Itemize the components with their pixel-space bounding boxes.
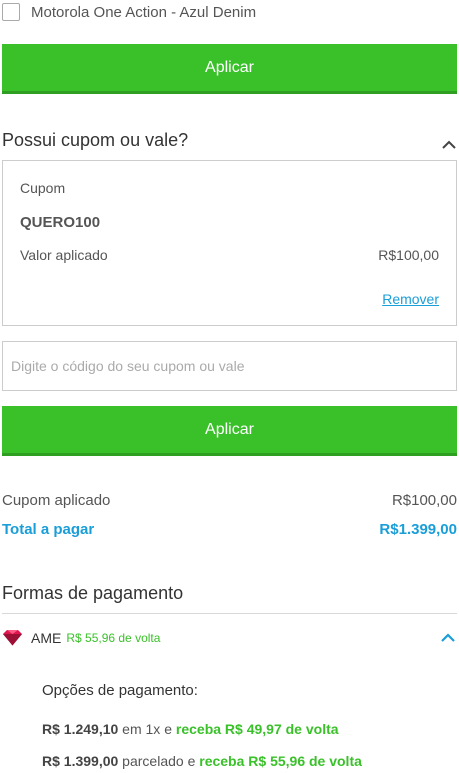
chevron-up-icon[interactable]: [442, 140, 456, 150]
applied-value-label: Valor aplicado: [20, 247, 108, 263]
apply-button[interactable]: Aplicar: [2, 44, 457, 94]
payment-options-title: Opções de pagamento:: [42, 682, 198, 699]
total-value: R$1.399,00: [379, 521, 457, 538]
payment-option-2[interactable]: R$ 1.399,00 parcelado e receba R$ 55,96 …: [42, 753, 362, 769]
ame-payment-row[interactable]: AME R$ 55,96 de volta: [2, 627, 457, 649]
remove-coupon-link[interactable]: Remover: [382, 291, 439, 307]
product-checkbox-row[interactable]: Motorola One Action - Azul Denim: [2, 0, 256, 24]
payment-option-1[interactable]: R$ 1.249,10 em 1x e receba R$ 49,97 de v…: [42, 721, 339, 737]
product-label: Motorola One Action - Azul Denim: [31, 3, 257, 21]
applied-coupon-box: Cupom QUERO100 Valor aplicado R$100,00 R…: [2, 160, 457, 326]
coupon-label: Cupom: [20, 180, 66, 196]
ame-diamond-icon: [3, 630, 22, 646]
coupon-applied-label: Cupom aplicado: [2, 492, 111, 509]
coupon-applied-value: R$100,00: [391, 492, 457, 509]
payment-option-2-text: parcelado e: [118, 753, 200, 769]
chevron-up-icon[interactable]: [441, 633, 455, 643]
payment-option-1-cashback: receba R$ 49,97 de volta: [175, 721, 339, 737]
payment-option-2-cashback: receba R$ 55,96 de volta: [199, 753, 362, 769]
coupon-code: QUERO100: [20, 214, 101, 231]
product-checkbox[interactable]: [2, 3, 20, 21]
payment-section-title: Formas de pagamento: [2, 583, 184, 603]
payment-option-1-text: em 1x e: [118, 721, 176, 737]
ame-cashback: R$ 55,96 de volta: [66, 631, 161, 645]
coupon-section-title: Possui cupom ou vale?: [2, 130, 189, 150]
applied-value: R$100,00: [378, 247, 439, 263]
apply-coupon-button[interactable]: Aplicar: [2, 406, 457, 456]
payment-option-1-amount: R$ 1.249,10: [42, 721, 119, 737]
total-label: Total a pagar: [2, 521, 95, 538]
payment-divider: [2, 613, 457, 614]
ame-label: AME: [31, 630, 62, 646]
coupon-input[interactable]: [2, 341, 457, 391]
payment-option-2-amount: R$ 1.399,00: [42, 753, 119, 769]
